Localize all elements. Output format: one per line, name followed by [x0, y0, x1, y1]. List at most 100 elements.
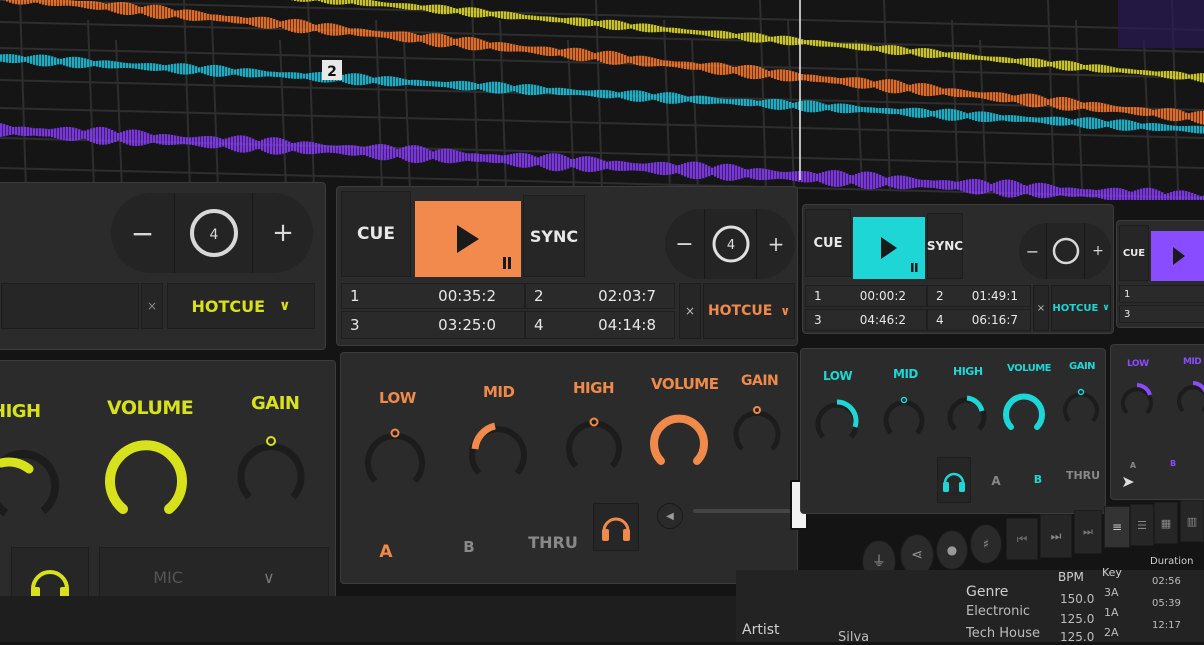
- waveform-sample: [186, 64, 188, 75]
- cue-button[interactable]: CUE: [341, 191, 411, 277]
- record-button[interactable]: ●: [936, 530, 968, 570]
- high-knob[interactable]: [563, 415, 625, 477]
- assign-a-button[interactable]: A: [977, 461, 1015, 501]
- hotcue-mode-dropdown[interactable]: HOTCUE ∨: [703, 283, 795, 339]
- gain-knob[interactable]: [231, 431, 311, 511]
- waveform-sample: [1143, 123, 1145, 129]
- hotcue-1[interactable]: 1 00:00:2: [805, 285, 927, 307]
- loop-size-button[interactable]: 4: [175, 193, 253, 273]
- assign-b-button[interactable]: B: [429, 519, 509, 575]
- low-knob[interactable]: [1119, 381, 1155, 421]
- play-pause-button[interactable]: [415, 201, 521, 277]
- view-list-button[interactable]: ≡: [1104, 506, 1130, 548]
- hotcue-4[interactable]: 4 04:14:8: [525, 311, 675, 339]
- waveform-sample: [573, 90, 575, 95]
- loop-plus-button[interactable]: +: [253, 193, 313, 273]
- hotcue-empty-cell[interactable]: [1, 283, 139, 329]
- headphone-cue-button[interactable]: [937, 457, 971, 503]
- view-columns-button[interactable]: ▥: [1180, 500, 1204, 542]
- hotcue-mode-dropdown[interactable]: HOTCUE ∨: [167, 283, 315, 329]
- gain-knob[interactable]: [731, 405, 783, 459]
- hotcue-2[interactable]: 2 01:49:1: [927, 285, 1031, 307]
- waveform-sample: [981, 56, 983, 60]
- waveform-sample: [489, 43, 491, 49]
- waveform-sample: [159, 5, 161, 19]
- volume-knob[interactable]: [647, 409, 711, 473]
- assign-thru-button[interactable]: THRU: [1063, 455, 1103, 495]
- gain-knob[interactable]: [1061, 387, 1101, 431]
- loop-size-button[interactable]: [1047, 223, 1085, 279]
- waveform-sample: [1017, 116, 1019, 122]
- headphone-cue-button[interactable]: [593, 503, 639, 551]
- end-button[interactable]: ⏭: [1074, 510, 1102, 554]
- hotcue-4[interactable]: 4 06:16:7: [927, 309, 1031, 331]
- waveform-sample: [306, 141, 308, 154]
- waveform-overview[interactable]: 2: [0, 0, 1204, 200]
- waveform-sample: [921, 48, 923, 57]
- mid-knob[interactable]: [881, 395, 927, 443]
- next-button[interactable]: ⏭: [1040, 514, 1072, 558]
- waveform-sample: [744, 169, 746, 177]
- mid-knob[interactable]: [1175, 379, 1204, 419]
- hotcue-clear-button[interactable]: ×: [141, 283, 163, 329]
- column-header-bpm[interactable]: BPM: [1058, 570, 1084, 584]
- waveform-sample: [474, 8, 476, 18]
- loop-minus-button[interactable]: −: [111, 193, 175, 273]
- hotcue-1[interactable]: 1 00:35:2: [341, 283, 525, 309]
- volume-knob[interactable]: [99, 433, 191, 525]
- automix-button[interactable]: ♯: [970, 524, 1002, 564]
- loop-minus-button[interactable]: −: [1019, 223, 1047, 279]
- play-pause-button[interactable]: [853, 217, 925, 279]
- hotcue-1[interactable]: 1: [1119, 285, 1204, 303]
- waveform-sample: [654, 25, 656, 32]
- sync-button[interactable]: SYNC: [523, 195, 585, 277]
- hotcue-clear-button[interactable]: ×: [1033, 285, 1049, 331]
- hotcue-mode-dropdown[interactable]: HOTCUE ∨: [1051, 285, 1111, 331]
- crossfader-left-button[interactable]: ◀: [657, 503, 683, 529]
- cue-button[interactable]: CUE: [1119, 225, 1149, 281]
- hotcue-3[interactable]: 3: [1119, 305, 1204, 323]
- low-knob[interactable]: [813, 397, 861, 447]
- assign-a-button[interactable]: A: [345, 523, 427, 581]
- previous-button[interactable]: ⏮: [1006, 518, 1038, 560]
- assign-b-button[interactable]: B: [1163, 453, 1183, 473]
- waveform-sample: [822, 172, 824, 184]
- loop-plus-button[interactable]: +: [757, 209, 795, 279]
- volume-knob[interactable]: [1001, 389, 1047, 437]
- column-header-duration[interactable]: Duration: [1150, 556, 1193, 567]
- high-knob[interactable]: [0, 441, 61, 531]
- waveform-sample: [366, 0, 368, 6]
- waveform-sample: [1134, 70, 1136, 74]
- column-header-artist[interactable]: Artist: [742, 622, 780, 638]
- waveform-sample: [843, 172, 845, 186]
- view-detail-button[interactable]: ☰: [1130, 504, 1154, 546]
- waveform-sample: [561, 88, 563, 95]
- waveform-sample: [990, 57, 992, 61]
- play-pause-button[interactable]: [1151, 231, 1204, 281]
- assign-b-button[interactable]: B: [1019, 459, 1057, 499]
- waveform-sample: [1086, 102, 1088, 110]
- low-knob[interactable]: [361, 425, 429, 493]
- loop-size-button[interactable]: 4: [705, 209, 757, 279]
- cue-button[interactable]: CUE: [805, 209, 851, 277]
- loop-minus-button[interactable]: −: [665, 209, 705, 279]
- column-header-key[interactable]: Key: [1102, 566, 1122, 579]
- loop-plus-button[interactable]: +: [1085, 223, 1111, 279]
- waveform-sample: [837, 78, 839, 84]
- waveform-sample: [492, 12, 494, 17]
- waveform-sample: [810, 100, 812, 112]
- waveform-sample: [1188, 113, 1190, 119]
- assign-thru-button[interactable]: THRU: [511, 513, 595, 571]
- hotcue-2[interactable]: 2 02:03:7: [525, 283, 675, 309]
- waveform-sample: [36, 0, 38, 3]
- column-header-genre[interactable]: Genre: [966, 584, 1008, 600]
- mid-knob[interactable]: [465, 419, 531, 485]
- sync-button[interactable]: SYNC: [927, 213, 963, 279]
- waveform-sample: [714, 62, 716, 74]
- high-knob[interactable]: [945, 393, 989, 439]
- waveform-sample: [792, 103, 794, 108]
- view-grid-button[interactable]: ▦: [1154, 502, 1178, 544]
- hotcue-3[interactable]: 3 03:25:0: [341, 311, 525, 339]
- hotcue-3[interactable]: 3 04:46:2: [805, 309, 927, 331]
- hotcue-clear-button[interactable]: ×: [679, 283, 701, 339]
